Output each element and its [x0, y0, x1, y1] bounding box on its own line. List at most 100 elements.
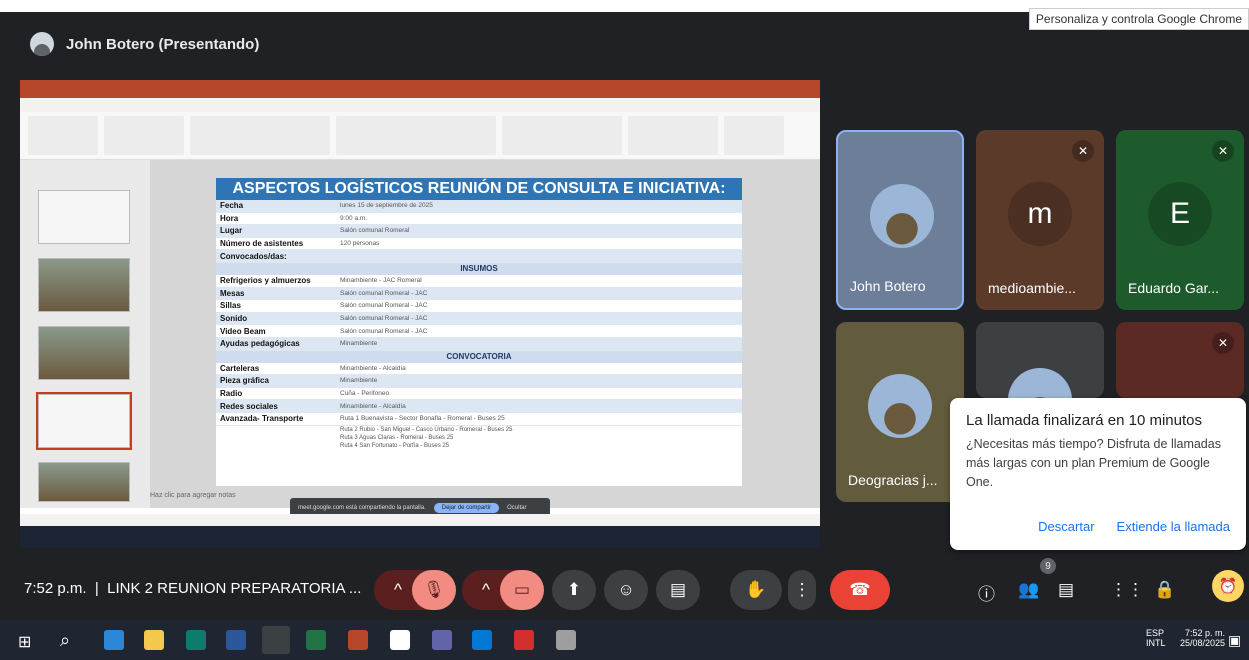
meet-controls: 7:52 p.m. | LINK 2 REUNION PREPARATORIA … — [0, 558, 1249, 614]
camera-off-icon: ▭ — [513, 580, 531, 599]
info-icon[interactable]: ⓘ — [978, 580, 995, 605]
table-row: Sillas Salón comunal Romeral - JAC — [216, 300, 742, 313]
clock[interactable]: 7:52 p. m. 25/08/2025 — [1180, 628, 1225, 648]
participant-tile[interactable]: Deogracias j... — [836, 322, 964, 502]
participant-tile[interactable]: ✕ — [1116, 322, 1244, 398]
input-language[interactable]: ESP INTL — [1146, 628, 1166, 648]
table-row: Convocados/das: — [216, 250, 742, 263]
mic-toggle-button[interactable]: 🎙 — [412, 570, 456, 610]
windows-taskbar: ⊞ ⌕ ESP INTL 7:52 p. m. 25/08/2025 ▣ — [0, 620, 1249, 660]
notes-placeholder: Haz clic para agregar notas — [150, 492, 236, 499]
file-explorer-icon[interactable] — [144, 630, 164, 650]
participant-tile[interactable]: ✕ E Eduardo Gar... — [1116, 130, 1244, 310]
present-icon: ⬆ — [566, 580, 582, 599]
participant-tile[interactable]: John Botero — [836, 130, 964, 310]
participant-name: Deogracias j... — [848, 472, 938, 488]
table-row: Ayudas pedagógicas Minambiente — [216, 337, 742, 351]
table-row: Redes sociales Minambiente - Alcaldía — [216, 400, 742, 413]
section-convocatoria: CONVOCATORIA — [216, 350, 742, 363]
mic-off-icon: ✕ — [1072, 140, 1094, 162]
table-row: Lugar Salón comunal Romeral — [216, 225, 742, 238]
table-row: Carteleras Minambiente - Alcaldía — [216, 363, 742, 376]
hide-button[interactable]: Ocultar — [507, 505, 526, 511]
people-icon[interactable]: 👥 — [1018, 580, 1039, 600]
chrome-tooltip: Personaliza y controla Google Chrome — [1028, 8, 1249, 30]
participant-photo — [1008, 368, 1072, 398]
participant-initial: E — [1148, 182, 1212, 246]
meeting-info: 7:52 p.m. | LINK 2 REUNION PREPARATORIA … — [24, 580, 362, 597]
shared-screen: ASPECTOS LOGÍSTICOS REUNIÓN DE CONSULTA … — [20, 80, 820, 548]
remote-taskbar — [20, 526, 820, 548]
mic-off-icon: ✕ — [1212, 332, 1234, 354]
table-row: Fecha lunes 15 de septiembre de 2025 — [216, 200, 742, 213]
slide: ASPECTOS LOGÍSTICOS REUNIÓN DE CONSULTA … — [216, 178, 742, 486]
mic-off-icon: ✕ — [1212, 140, 1234, 162]
insumos-rows: Refrigerios y almuerzos Minambiente - JAC… — [216, 275, 742, 351]
mic-off-icon: 🎙 — [423, 580, 445, 599]
table-row: Número de asistentes 120 personas — [216, 238, 742, 251]
table-row: Hora 9:00 a.m. — [216, 213, 742, 226]
timer-alarm-button[interactable]: ⏰ — [1212, 570, 1244, 602]
notification-icon[interactable]: ▣ — [1228, 632, 1241, 649]
presenter-header: John Botero (Presentando) — [30, 32, 259, 56]
call-ending-dialog: La llamada finalizará en 10 minutos ¿Nec… — [950, 398, 1246, 550]
extend-call-button[interactable]: Extiende la llamada — [1117, 519, 1230, 534]
chat-icon[interactable]: ▤ — [1058, 580, 1074, 600]
chrome-icon[interactable] — [262, 626, 290, 654]
dismiss-button[interactable]: Descartar — [1038, 519, 1094, 534]
outlook-icon[interactable] — [472, 630, 492, 650]
captions-icon: ▤ — [669, 580, 687, 599]
copilot-icon[interactable] — [104, 630, 124, 650]
edge-icon[interactable] — [186, 630, 206, 650]
notepad-icon[interactable] — [390, 630, 410, 650]
slide-thumbnail — [38, 462, 130, 502]
convocatoria-rows: Carteleras Minambiente - Alcaldía Pieza g… — [216, 363, 742, 426]
emoji-icon: ☺ — [617, 580, 635, 599]
slide-thumbnails — [20, 160, 150, 508]
participant-name: John Botero — [850, 278, 926, 294]
reactions-button[interactable]: ☺ — [604, 570, 648, 610]
slide-thumbnail — [38, 326, 130, 380]
ppt-statusbar — [20, 514, 820, 526]
presenter-avatar — [30, 32, 54, 56]
word-icon[interactable] — [226, 630, 246, 650]
host-controls-icon[interactable]: 🔒 — [1154, 580, 1175, 600]
paint-icon[interactable] — [556, 630, 576, 650]
meeting-time: 7:52 p.m. — [24, 580, 87, 597]
participant-tile[interactable]: ✕ m medioambie... — [976, 130, 1104, 310]
leave-call-button[interactable]: ☎ — [830, 570, 890, 610]
activities-icon[interactable]: ⋮⋮ — [1110, 580, 1144, 600]
table-row: Mesas Salón comunal Romeral - JAC — [216, 287, 742, 301]
slide-thumbnail — [38, 190, 130, 244]
captions-button[interactable]: ▤ — [656, 570, 700, 610]
acrobat-icon[interactable] — [514, 630, 534, 650]
slide-thumbnail — [38, 258, 130, 312]
teams-icon[interactable] — [432, 630, 452, 650]
search-icon[interactable]: ⌕ — [60, 630, 70, 651]
stop-sharing-button[interactable]: Dejar de compartir — [433, 503, 500, 513]
hand-icon: ✋ — [745, 580, 767, 599]
people-count-badge: 9 — [1040, 558, 1056, 574]
excel-icon[interactable] — [306, 630, 326, 650]
table-row: Sonido Salón comunal Romeral - JAC — [216, 312, 742, 326]
mic-options-chevron-icon[interactable]: ^ — [394, 580, 402, 600]
phone-hangup-icon: ☎ — [849, 580, 871, 599]
camera-toggle-button[interactable]: ▭ — [500, 570, 544, 610]
presenter-label: John Botero (Presentando) — [66, 35, 260, 53]
more-vert-icon: ⋮ — [793, 580, 811, 599]
slide-canvas: ASPECTOS LOGÍSTICOS REUNIÓN DE CONSULTA … — [150, 160, 820, 508]
participant-photo — [870, 184, 934, 248]
meeting-name: LINK 2 REUNION PREPARATORIA ... — [107, 580, 362, 597]
participant-name: Eduardo Gar... — [1128, 280, 1220, 296]
windows-start-icon[interactable]: ⊞ — [18, 632, 31, 652]
participant-photo — [868, 374, 932, 438]
present-button[interactable]: ⬆ — [552, 570, 596, 610]
powerpoint-icon[interactable] — [348, 630, 368, 650]
info-rows: Fecha lunes 15 de septiembre de 2025 Hora… — [216, 200, 742, 263]
participant-tile[interactable] — [976, 322, 1104, 398]
raise-hand-button[interactable]: ✋ — [730, 570, 782, 610]
camera-options-chevron-icon[interactable]: ^ — [482, 580, 490, 600]
dialog-body: ¿Necesitas más tiempo? Disfruta de llama… — [966, 437, 1221, 489]
dialog-title: La llamada finalizará en 10 minutos — [966, 412, 1202, 429]
more-options-button[interactable]: ⋮ — [788, 570, 816, 610]
